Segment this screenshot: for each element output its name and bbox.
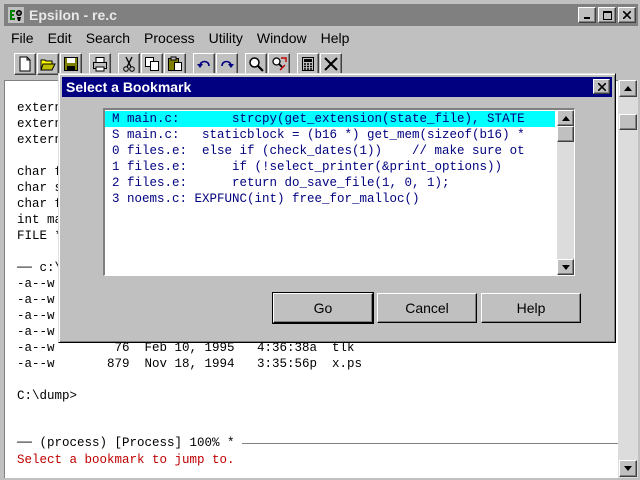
bookmark-item[interactable]: 0 files.e: else if (check_dates(1)) // m…: [105, 143, 555, 159]
arrow-up-icon: [624, 86, 632, 91]
close-buffer-icon: [324, 57, 338, 71]
bookmark-item[interactable]: 1 files.e: if (!select_printer(&print_op…: [105, 159, 555, 175]
mode-line-rule: [242, 443, 618, 444]
editor-line: FILE *: [17, 229, 63, 243]
editor-line: int ma: [17, 213, 63, 227]
list-scroll-down-button[interactable]: [557, 259, 574, 275]
paste-icon: [168, 56, 182, 71]
editor-line: C:\dump>: [17, 389, 78, 403]
editor-vertical-scrollbar[interactable]: [618, 80, 638, 478]
arrow-up-icon: [561, 115, 570, 121]
arrow-down-icon: [624, 466, 632, 471]
echo-area: Select a bookmark to jump to.: [17, 453, 235, 467]
undo-button[interactable]: [193, 53, 215, 75]
bookmark-item[interactable]: S main.c: staticblock = (b16 *) get_mem(…: [105, 127, 555, 143]
close-icon: [597, 82, 606, 91]
redo-icon: [221, 60, 234, 68]
scroll-up-button[interactable]: [619, 80, 637, 97]
open-folder-icon: [40, 59, 56, 71]
menu-utility[interactable]: Utility: [202, 30, 250, 46]
minimize-icon: [584, 17, 590, 19]
editor-line: extern: [17, 117, 63, 131]
bookmark-item[interactable]: M main.c: strcpy(get_extension(state_fil…: [105, 111, 555, 127]
bookmark-list-scrollbar[interactable]: [557, 110, 574, 275]
list-scroll-up-button[interactable]: [557, 110, 574, 126]
help-button[interactable]: Help: [481, 293, 581, 323]
dialog-close-button[interactable]: [593, 79, 610, 94]
new-file-icon: [19, 56, 31, 72]
menu-process[interactable]: Process: [137, 30, 202, 46]
window-title: Epsilon - re.c: [29, 7, 117, 23]
scroll-down-button[interactable]: [619, 460, 637, 477]
calculator-icon: [302, 57, 314, 71]
print-icon: [93, 57, 107, 72]
dialog-title-bar[interactable]: Select a Bookmark: [62, 77, 612, 97]
close-icon: [623, 11, 631, 19]
editor-line: char s: [17, 181, 63, 195]
dialog-title: Select a Bookmark: [66, 79, 192, 95]
maximize-icon: [602, 10, 612, 20]
menu-help[interactable]: Help: [314, 30, 357, 46]
save-icon: [64, 57, 78, 71]
undo-icon: [197, 60, 210, 68]
new-file-button[interactable]: [14, 53, 36, 75]
menu-bar: File Edit Search Process Utility Window …: [4, 28, 638, 48]
mode-line-text: ── (process) [Process] 100% *: [17, 436, 243, 450]
editor-line: -a--w: [17, 309, 55, 323]
editor-line: extern: [17, 101, 63, 115]
go-button[interactable]: Go: [272, 292, 374, 324]
paste-button[interactable]: [164, 53, 186, 75]
replace-icon: [272, 57, 287, 71]
editor-line: char f: [17, 197, 63, 211]
save-button[interactable]: [60, 53, 82, 75]
bookmark-item[interactable]: 3 noems.c: EXPFUNC(int) free_for_malloc(…: [105, 191, 555, 207]
editor-line: extern: [17, 133, 63, 147]
cancel-button[interactable]: Cancel: [377, 293, 477, 323]
bookmark-dialog: Select a Bookmark M main.c: strcpy(get_e…: [58, 73, 616, 343]
list-scroll-thumb[interactable]: [557, 126, 574, 142]
close-buffer-button[interactable]: [320, 53, 342, 75]
scroll-thumb[interactable]: [619, 114, 637, 130]
minimize-button[interactable]: [578, 7, 596, 23]
copy-icon: [145, 57, 159, 71]
menu-window[interactable]: Window: [250, 30, 314, 46]
menu-file[interactable]: File: [4, 30, 41, 46]
arrow-down-icon: [561, 264, 570, 270]
editor-line: -a--w: [17, 277, 55, 291]
redo-button[interactable]: [216, 53, 238, 75]
menu-search[interactable]: Search: [79, 30, 137, 46]
menu-edit[interactable]: Edit: [41, 30, 79, 46]
bookmark-item[interactable]: 2 files.e: return do_save_file(1, 0, 1);: [105, 175, 555, 191]
cut-icon: [123, 56, 135, 72]
bookmark-list[interactable]: M main.c: strcpy(get_extension(state_fil…: [103, 108, 575, 276]
close-button[interactable]: [618, 7, 636, 23]
editor-line: -a--w 879 Nov 18, 1994 3:35:56p x.ps: [17, 357, 363, 371]
copy-button[interactable]: [141, 53, 163, 75]
editor-line: -a--w: [17, 325, 55, 339]
editor-line: ── c:\: [17, 261, 63, 275]
print-button[interactable]: [89, 53, 111, 75]
cut-button[interactable]: [118, 53, 140, 75]
title-bar[interactable]: Epsilon - re.c: [4, 4, 638, 26]
editor-line: -a--w: [17, 293, 55, 307]
find-button[interactable]: [245, 53, 267, 75]
calculator-button[interactable]: [297, 53, 319, 75]
replace-button[interactable]: [268, 53, 290, 75]
open-file-button[interactable]: [37, 53, 59, 75]
maximize-button[interactable]: [598, 7, 616, 23]
editor-line: char f: [17, 165, 63, 179]
epsilon-app-icon[interactable]: [7, 6, 25, 24]
mode-line: ── (process) [Process] 100% *: [17, 435, 618, 451]
find-icon: [249, 57, 264, 72]
